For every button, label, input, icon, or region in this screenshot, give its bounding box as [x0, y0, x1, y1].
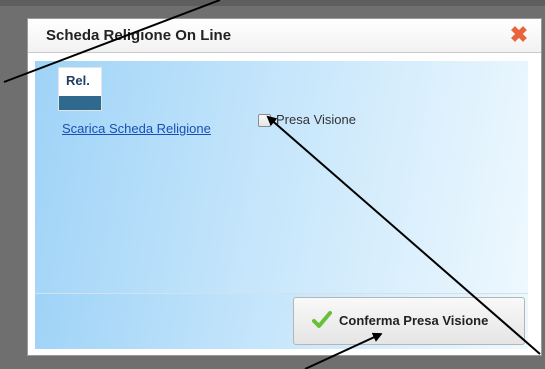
scheda-religione-dialog: Scheda Religione On Line ✖ Rel. Scarica … [27, 18, 542, 356]
download-scheda-link[interactable]: Scarica Scheda Religione [62, 121, 211, 136]
close-icon[interactable]: ✖ [507, 23, 531, 47]
presa-visione-checkbox[interactable] [258, 114, 271, 127]
confirm-button-label: Conferma Presa Visione [339, 313, 489, 328]
rel-icon-bar [59, 96, 101, 110]
checkmark-icon [312, 311, 332, 328]
dialog-title: Scheda Religione On Line [46, 27, 232, 44]
top-strip [0, 0, 545, 6]
confirm-presa-visione-button[interactable]: Conferma Presa Visione [293, 297, 525, 345]
dialog-titlebar: Scheda Religione On Line ✖ [28, 19, 541, 53]
rel-icon-label: Rel. [66, 73, 90, 88]
presa-visione-label[interactable]: Presa Visione [276, 112, 356, 127]
religion-document-icon: Rel. [58, 67, 102, 111]
dialog-content: Rel. Scarica Scheda Religione Presa Visi… [35, 61, 528, 293]
